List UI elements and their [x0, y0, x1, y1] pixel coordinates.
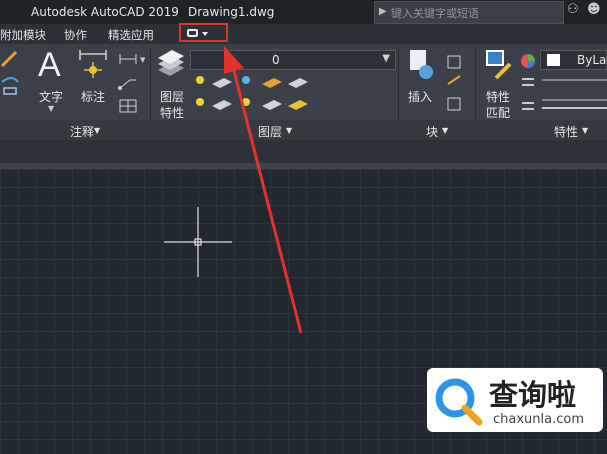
tab-addins[interactable]: 附加模块 — [0, 27, 46, 43]
watermark-text: 查询啦 — [489, 378, 577, 412]
file-tabs-bar — [0, 140, 607, 163]
linetype-lineweight-lists[interactable] — [540, 72, 607, 122]
match-properties-button[interactable]: 特性 匹配 — [482, 48, 518, 120]
document-title: Drawing1.dwg — [188, 5, 275, 19]
chevron-down-icon[interactable]: ▼ — [94, 126, 100, 135]
block-tools-icons[interactable] — [444, 54, 468, 118]
user-icon[interactable]: ☻ — [587, 2, 601, 17]
chevron-down-icon: ▼ — [382, 53, 390, 64]
text-a-icon: A — [38, 46, 61, 84]
current-layer-value: 0 — [272, 53, 280, 67]
insert-block-icon — [410, 50, 433, 79]
chevron-down-icon[interactable]: ▼ — [582, 126, 588, 135]
layer-properties-button[interactable]: 图层 特性 — [156, 48, 188, 120]
watermark-logo: 查询啦 chaxunla.com — [427, 368, 603, 432]
title-bar-icons: ⚇ ☻ — [567, 2, 607, 22]
match-properties-icon — [486, 50, 512, 80]
search-placeholder: 键入关键字或短语 — [391, 7, 479, 20]
search-expand-icon[interactable]: ▶ — [379, 6, 387, 17]
block-panel-label[interactable]: 块 — [426, 123, 438, 140]
layers-panel-label[interactable]: 图层 — [258, 123, 282, 140]
dimension-button[interactable]: 标注 — [76, 46, 112, 116]
highlight-box — [179, 23, 228, 42]
annotation-tools-icons[interactable]: ▼ — [116, 50, 146, 120]
chevron-down-icon[interactable]: ▼ — [286, 126, 292, 135]
color-wheel-icon[interactable] — [520, 52, 536, 118]
layer-dropdown[interactable]: 0 ▼ — [190, 50, 396, 70]
svg-text:▼: ▼ — [140, 56, 146, 64]
annotation-panel-label[interactable]: 注释 — [70, 123, 94, 140]
dimension-icon — [79, 50, 107, 78]
watermark-url: chaxunla.com — [493, 412, 584, 427]
search-input[interactable]: ▶ 键入关键字或短语 — [374, 1, 564, 24]
binoculars-icon[interactable]: ⚇ — [567, 2, 579, 17]
properties-panel-label[interactable]: 特性 — [554, 123, 578, 140]
search-logo-icon — [435, 378, 483, 426]
text-button[interactable]: A 文字 ▼ — [34, 46, 72, 116]
tab-collaborate[interactable]: 协作 — [64, 27, 87, 43]
insert-block-button[interactable]: 插入 — [404, 48, 440, 120]
ribbon-tab-bar: 附加模块 协作 精选应用 — [0, 24, 607, 44]
color-value: ByLay — [577, 53, 607, 67]
app-title: Autodesk AutoCAD 2019 — [31, 5, 179, 19]
chevron-down-icon[interactable]: ▼ — [442, 126, 448, 135]
draw-tools-icon[interactable] — [0, 48, 20, 96]
tab-featured-apps[interactable]: 精选应用 — [108, 27, 154, 43]
color-swatch — [547, 54, 560, 66]
color-dropdown[interactable]: ByLay — [540, 50, 607, 70]
layers-stack-icon — [158, 50, 184, 76]
crosshair-cursor-icon — [164, 207, 232, 277]
